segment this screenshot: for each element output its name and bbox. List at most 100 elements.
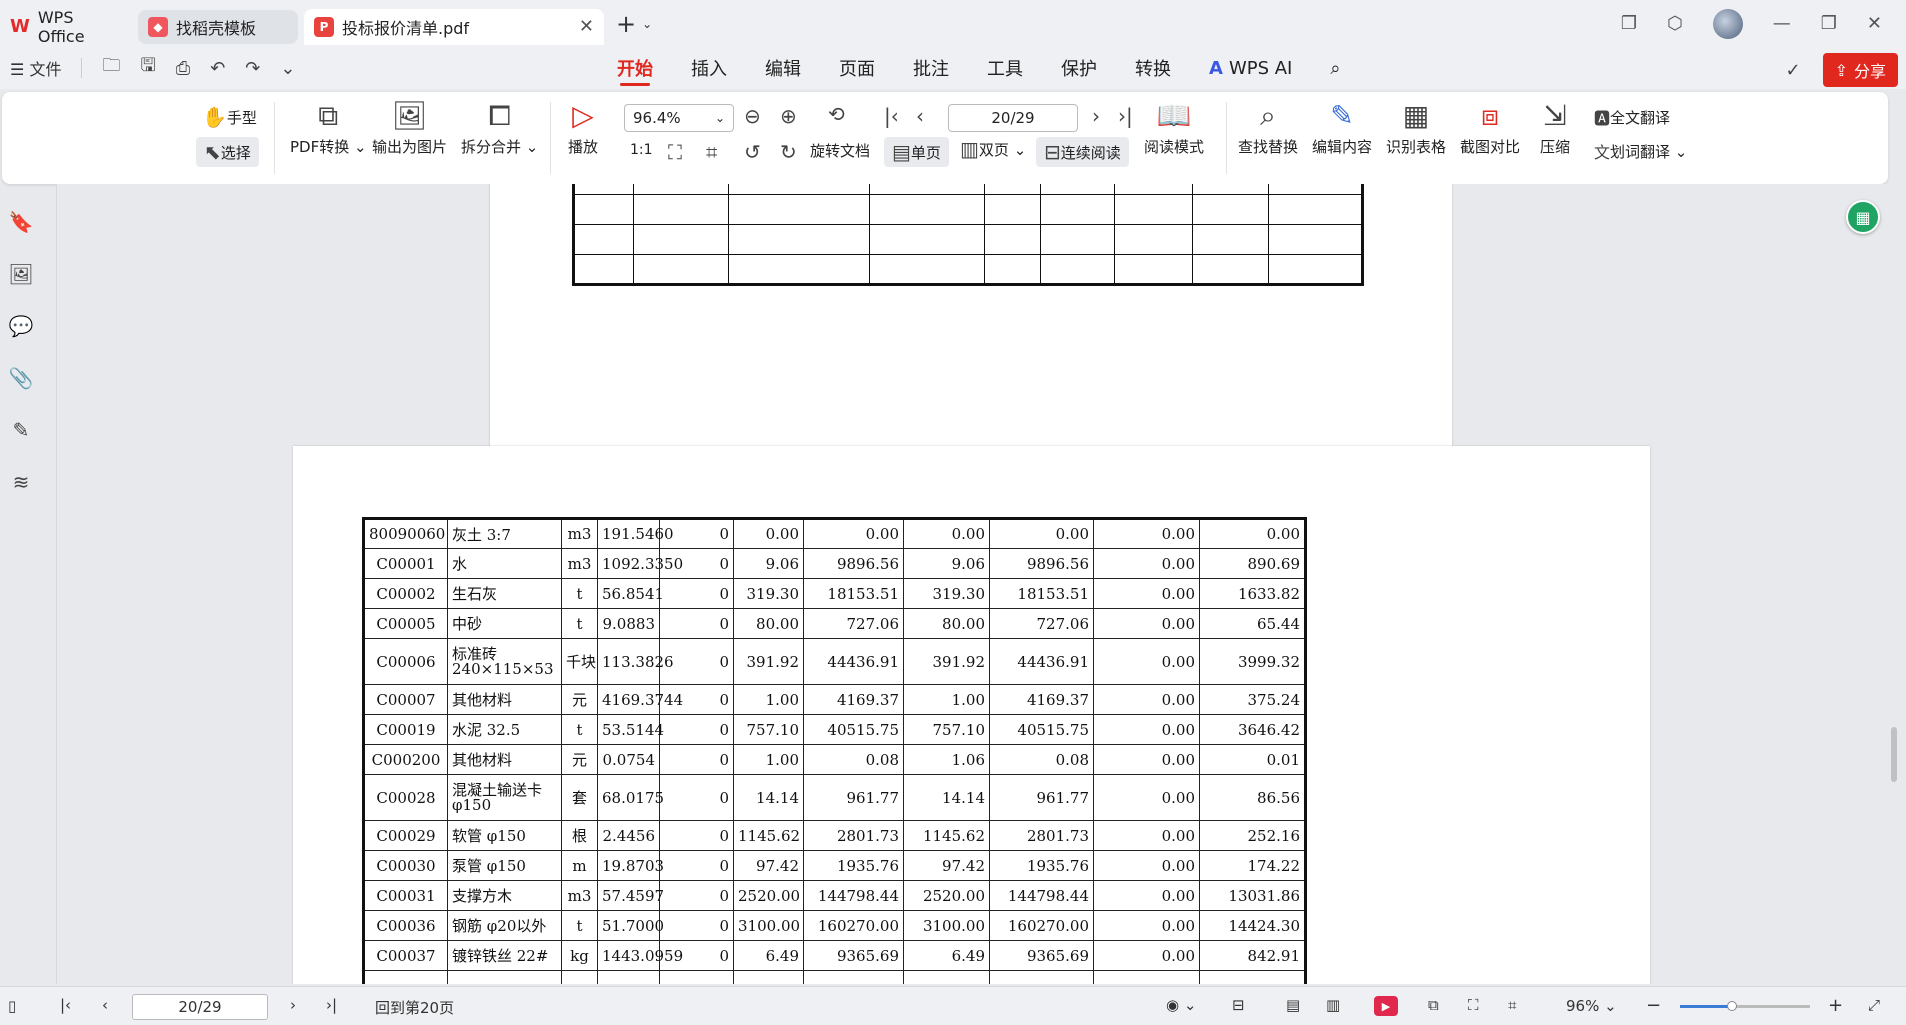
window-tile-icon[interactable]: ❐ [1621, 13, 1637, 34]
tab-wps-ai[interactable]: A WPS AI [1190, 47, 1311, 89]
comment-icon[interactable]: 💬 [9, 314, 34, 338]
double-page-button[interactable]: ▥ 双页 ⌄ [960, 137, 1026, 161]
fit-page-button[interactable]: ⛶ [668, 140, 682, 164]
table-cell-v4: 97.42 [903, 850, 990, 881]
open-folder-icon[interactable]: 🗀 [102, 53, 120, 83]
fit-width-icon[interactable]: ⛶ [1468, 996, 1479, 1014]
more-chevron-icon[interactable]: ⌄ [280, 58, 295, 79]
double-page-icon[interactable]: ▥ [1326, 996, 1340, 1014]
table-cell-v7: 842.91 [1199, 940, 1306, 971]
zoom-out-icon[interactable]: − [1646, 995, 1661, 1016]
word-translate-button[interactable]: 文 划词翻译 ⌄ [1594, 139, 1687, 163]
hand-tool-button[interactable]: ✋ 手型 [202, 105, 257, 129]
search-icon[interactable]: ⌕ [1311, 47, 1359, 89]
screenshot-compare-button[interactable]: ⧈ 截图对比 [1460, 96, 1520, 157]
tab-template[interactable]: ◆ 找稻壳模板 [138, 9, 298, 44]
full-translate-button[interactable]: 🅰 全文翻译 [1594, 105, 1670, 129]
page-number-input[interactable]: 20/29 [948, 104, 1078, 132]
play-button[interactable]: ▷ 播放 [568, 96, 598, 157]
table-recognize-float-button[interactable]: ▦ [1846, 200, 1880, 234]
vertical-scrollbar[interactable] [1886, 184, 1900, 984]
fit-width-button[interactable]: ⌗ [706, 140, 717, 164]
tab-insert[interactable]: 插入 [672, 47, 746, 89]
last-page-button[interactable]: ›| [1118, 104, 1133, 128]
select-tool-button[interactable]: ⬉ 选择 [196, 137, 259, 167]
fullscreen-icon[interactable]: ⤢ [1868, 996, 1880, 1014]
sidebar-toggle-icon[interactable]: ▯ [8, 997, 16, 1015]
fit-page-icon[interactable]: ⧉ [1428, 996, 1439, 1014]
tab-convert[interactable]: 转换 [1116, 47, 1190, 89]
split-merge-button[interactable]: ⧠ 拆分合并 ⌄ [461, 96, 538, 157]
read-mode-button[interactable]: 📖 阅读模式 [1144, 96, 1204, 157]
new-tab-button[interactable]: + ⌄ [616, 10, 652, 38]
empty-table [572, 184, 1364, 286]
minimize-icon[interactable]: — [1773, 13, 1791, 34]
eye-protect-icon[interactable]: ◉ ⌄ [1166, 996, 1196, 1014]
title-bar: W WPS Office ◆ 找稻壳模板 P 投标报价清单.pdf ✕ + ⌄ … [0, 0, 1906, 47]
share-button[interactable]: ⇪ 分享 [1822, 53, 1898, 87]
attachment-icon[interactable]: 📎 [9, 366, 34, 390]
next-page-button[interactable]: › [1092, 104, 1100, 128]
table-cell-code: C00007 [363, 684, 448, 715]
rotate-doc-icon-button[interactable]: ⟲ [828, 102, 845, 126]
document-viewport[interactable]: 80090060 灰土 3:7 m3 191.5460 0 0.00 0.00 0.00 0.0… [57, 184, 1892, 984]
prev-page-icon[interactable]: ‹ [102, 996, 108, 1014]
zoom-slider-knob[interactable] [1727, 1001, 1737, 1011]
zoom-out-button[interactable]: ⊖ [744, 104, 761, 128]
zoom-in-icon[interactable]: + [1828, 995, 1843, 1016]
play-slideshow-button[interactable]: ▶ [1374, 996, 1398, 1016]
avatar[interactable] [1712, 8, 1743, 39]
zoom-slider[interactable] [1680, 1001, 1810, 1011]
rotate-doc-button[interactable]: 旋转文档 [810, 140, 870, 161]
tab-wps-office[interactable]: W WPS Office [0, 8, 132, 46]
export-image-button[interactable]: 🖼 输出为图片 [372, 96, 447, 157]
single-page-button[interactable]: ▤ 单页 [884, 137, 949, 167]
last-page-icon[interactable]: ›| [326, 996, 337, 1014]
zoom-select[interactable]: 96% ⌄ [1566, 997, 1617, 1015]
back-to-page-link[interactable]: 回到第20页 [375, 997, 454, 1018]
tab-tools[interactable]: 工具 [968, 47, 1042, 89]
cube-icon[interactable]: ⬡ [1667, 13, 1683, 34]
close-tab-icon[interactable]: ✕ [579, 16, 594, 37]
restore-icon[interactable]: ❐ [1821, 13, 1837, 34]
status-page-input[interactable]: 20/29 [132, 994, 268, 1020]
continuous-read-button[interactable]: ⊟ 连续阅读 [1036, 137, 1129, 167]
scrollbar-thumb[interactable] [1891, 727, 1897, 782]
prev-page-button[interactable]: ‹ [916, 104, 924, 128]
bookmark-icon[interactable]: 🔖 [9, 210, 34, 234]
crop-icon[interactable]: ⌗ [1508, 996, 1516, 1014]
next-page-icon[interactable]: › [290, 996, 296, 1014]
redo-icon[interactable]: ↷ [245, 58, 260, 79]
tab-annotate[interactable]: 批注 [894, 47, 968, 89]
print-icon[interactable]: ⎙ [176, 58, 190, 79]
file-menu[interactable]: ☰ 文件 [10, 56, 61, 80]
zoom-in-button[interactable]: ⊕ [780, 104, 797, 128]
edit-content-button[interactable]: ✎ 编辑内容 [1312, 96, 1372, 157]
tab-edit[interactable]: 编辑 [746, 47, 820, 89]
thumbnail-icon[interactable]: 🖼 [8, 262, 33, 286]
first-page-button[interactable]: |‹ [884, 104, 899, 128]
tab-document[interactable]: P 投标报价清单.pdf ✕ [304, 8, 604, 45]
pdf-convert-button[interactable]: ⧉ PDF转换 ⌄ [290, 96, 367, 157]
rotate-left-button[interactable]: ↺ [744, 140, 761, 164]
tab-start[interactable]: 开始 [598, 47, 672, 89]
close-window-icon[interactable]: ✕ [1867, 13, 1882, 34]
signature-icon[interactable]: ✎ [13, 418, 30, 442]
tab-page[interactable]: 页面 [820, 47, 894, 89]
cloud-sync-icon[interactable]: ✓ [1785, 60, 1800, 81]
actual-size-button[interactable]: 1:1 [630, 142, 653, 158]
rotate-right-button[interactable]: ↻ [780, 140, 797, 164]
compress-button[interactable]: ⇲ 压缩 [1540, 96, 1570, 157]
single-page-icon[interactable]: ▤ [1286, 996, 1300, 1014]
layers-icon[interactable]: ≋ [13, 470, 30, 494]
recognize-table-button[interactable]: ▦ 识别表格 [1386, 96, 1446, 157]
zoom-select[interactable]: 96.4% ⌄ [624, 104, 734, 132]
rotate-right-icon: ↻ [780, 140, 797, 164]
find-replace-button[interactable]: ⌕ 查找替换 [1238, 96, 1298, 157]
undo-icon[interactable]: ↶ [210, 58, 225, 79]
pdf-convert-icon: ⧉ [318, 99, 339, 132]
tab-protect[interactable]: 保护 [1042, 47, 1116, 89]
first-page-icon[interactable]: |‹ [60, 996, 71, 1014]
continuous-icon[interactable]: ⊟ [1232, 996, 1245, 1014]
save-icon[interactable]: 🖫 [140, 53, 155, 83]
